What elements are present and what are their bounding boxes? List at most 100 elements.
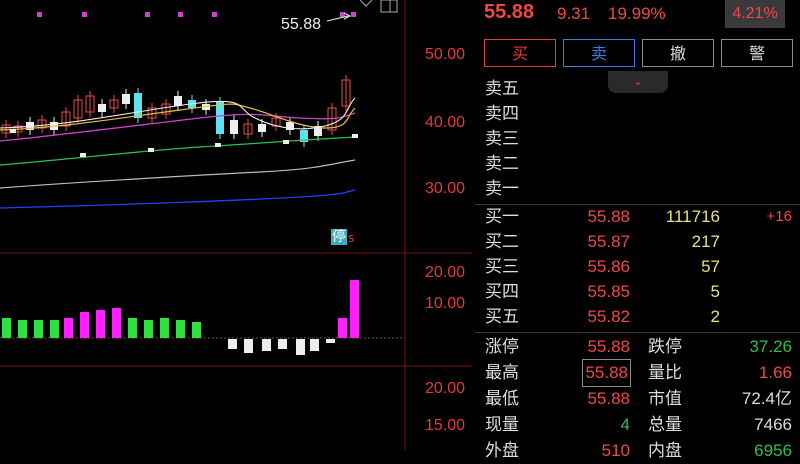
bid-row-2[interactable]: 买二 55.87 217 <box>475 230 800 254</box>
stat-value: 72.4亿 <box>741 389 792 408</box>
volume-bar <box>326 339 335 343</box>
volume-bar <box>2 318 11 338</box>
volume-bar <box>350 280 359 338</box>
stats-row-high: 最高 55.88 量比 1.66 <box>475 359 800 387</box>
volume-bar <box>310 339 319 351</box>
stat-label: 量比 <box>648 363 682 383</box>
price-change: 9.31 <box>557 4 591 23</box>
bid-price: 55.87 <box>587 232 630 251</box>
chart-canvas <box>0 0 472 450</box>
stat-label: 涨停 <box>485 337 519 357</box>
sell-button[interactable]: 卖 <box>563 39 635 67</box>
bid-price: 55.86 <box>587 257 630 276</box>
ask-label: 卖三 <box>485 129 519 149</box>
buy-button[interactable]: 买 <box>484 39 556 67</box>
bid-label: 买五 <box>485 307 519 327</box>
stat-value: 37.26 <box>749 337 792 356</box>
event-marker[interactable] <box>82 12 87 17</box>
stats-divider <box>475 332 800 333</box>
ask-row-3[interactable]: 卖三 <box>475 127 800 151</box>
bid-row-3[interactable]: 买三 55.86 57 <box>475 255 800 279</box>
event-marker[interactable] <box>351 12 356 17</box>
bid-row-5[interactable]: 买五 55.82 2 <box>475 305 800 329</box>
axis-label-upper-1: 50.00 <box>425 46 466 63</box>
stat-label: 现量 <box>485 415 519 435</box>
ask-row-1[interactable]: 卖一 <box>475 177 800 201</box>
ask-label: 卖二 <box>485 154 519 174</box>
bid-volume: 5 <box>710 282 720 301</box>
alert-button[interactable]: 警 <box>721 39 793 67</box>
bid-label: 买二 <box>485 232 519 252</box>
stat-value: 1.66 <box>758 363 792 382</box>
axis-label-upper-3: 30.00 <box>425 180 466 197</box>
event-marker[interactable] <box>178 12 183 17</box>
axis-label-vol-1: 20.00 <box>425 264 466 281</box>
bid-volume: 111716 <box>665 207 720 226</box>
stat-label: 最低 <box>485 389 519 409</box>
bid-row-4[interactable]: 买四 55.85 5 <box>475 280 800 304</box>
event-marker[interactable] <box>212 12 217 17</box>
ask-row-5[interactable]: 卖五 <box>475 77 800 101</box>
limit-up-flag[interactable]: 停 <box>331 229 347 245</box>
volume-bar <box>278 339 287 349</box>
high-price-marker: 55.88 <box>281 16 322 33</box>
last-price: 55.88 <box>484 1 535 23</box>
ma-line-blue <box>0 189 356 209</box>
bid-volume: 57 <box>701 257 720 276</box>
volume-bar <box>80 312 89 338</box>
bid-volume: 217 <box>691 232 720 251</box>
volume-bar <box>128 318 137 338</box>
volume-bar <box>338 318 347 338</box>
stat-label: 最高 <box>485 363 519 383</box>
stat-label: 内盘 <box>648 441 682 461</box>
stat-label: 总量 <box>648 415 682 435</box>
bid-price: 55.88 <box>587 207 630 226</box>
volume-bar <box>144 320 153 338</box>
volume-bar <box>112 308 121 338</box>
volume-bar <box>176 320 185 338</box>
ask-label: 卖一 <box>485 179 519 199</box>
stats-row-low: 最低 55.88 市值 72.4亿 <box>475 386 800 412</box>
volume-bar <box>96 310 105 338</box>
event-marker[interactable] <box>37 12 42 17</box>
ask-label: 卖五 <box>485 79 519 99</box>
ma-dot <box>352 134 358 138</box>
axis-label-vol-2: 10.00 <box>425 295 466 312</box>
ma-dot <box>283 140 289 144</box>
ma-dot <box>215 143 221 147</box>
ask-row-2[interactable]: 卖二 <box>475 152 800 176</box>
stats-row-outer-inner: 外盘 510 内盘 6956 <box>475 438 800 464</box>
quote-panel: 55.88 9.31 19.99% 4.21% 买 卖 撤 警 ⌄ 卖五 卖四 … <box>475 0 800 461</box>
event-marker[interactable] <box>145 12 150 17</box>
ask-row-4[interactable]: 卖四 <box>475 102 800 126</box>
stat-value: 6956 <box>754 441 792 460</box>
axis-label-upper-2: 40.00 <box>425 114 466 131</box>
stat-value: 510 <box>601 441 630 460</box>
stats-row-limit: 涨停 55.88 跌停 37.26 <box>475 334 800 360</box>
cancel-order-button[interactable]: 撤 <box>642 39 714 67</box>
stat-label: 市值 <box>648 389 682 409</box>
bid-row-1[interactable]: 买一 55.88 111716 +16 <box>475 205 800 229</box>
panel-toggle-icon[interactable] <box>380 0 398 13</box>
volume-bar <box>160 318 169 338</box>
bid-volume: 2 <box>710 307 720 326</box>
kline-chart[interactable]: 50.00 40.00 30.00 20.00 10.00 20.00 15.0… <box>0 0 472 450</box>
volume-bar <box>262 339 271 351</box>
volume-bar <box>244 339 253 353</box>
volume-bar <box>296 339 305 355</box>
quote-header: 55.88 9.31 19.99% 4.21% <box>475 0 800 32</box>
volume-bar <box>18 320 27 338</box>
axis-label-lower-1: 20.00 <box>425 380 466 397</box>
volume-bar <box>64 318 73 338</box>
stat-value: 7466 <box>754 415 792 434</box>
volume-bar <box>192 322 201 338</box>
ask-label: 卖四 <box>485 104 519 124</box>
chevron-down-icon[interactable] <box>359 0 373 7</box>
limit-flag-s: s <box>348 231 355 245</box>
stat-label: 外盘 <box>485 441 519 461</box>
turnover-badge[interactable]: 4.21% <box>725 0 785 28</box>
volume-bar <box>50 320 59 338</box>
ma-line-white <box>0 159 356 189</box>
volume-bars <box>2 280 359 355</box>
bid-delta: +16 <box>766 208 792 225</box>
